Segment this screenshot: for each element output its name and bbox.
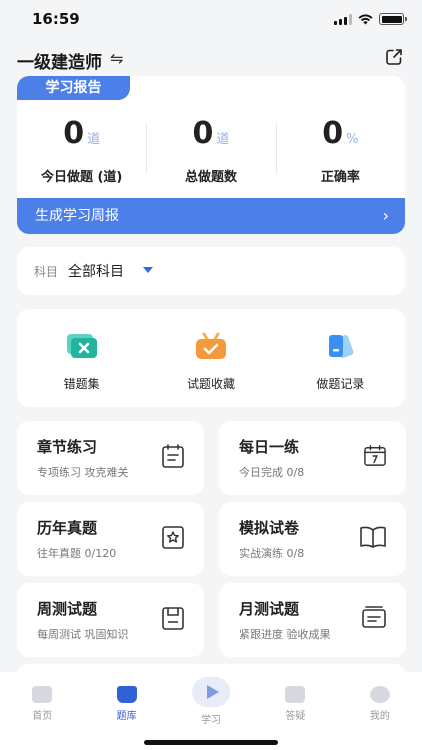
practice-weekly-test[interactable]: 周测试题 每周测试 巩固知识 (17, 583, 204, 657)
status-time: 16:59 (32, 10, 80, 28)
bottom-tab-bar: 首页 题库 学习 答疑 我的 (0, 672, 422, 750)
battery-icon (379, 13, 407, 25)
tab-label: 学习 (201, 715, 222, 726)
stat-label: 今日做题 (道) (40, 170, 123, 185)
practice-title: 章节练习 (37, 438, 98, 456)
practice-title: 历年真题 (37, 519, 98, 537)
tool-label: 错题集 (63, 377, 100, 391)
stat-today: 0道 今日做题 (道) (17, 116, 146, 190)
question-bank-icon (116, 686, 137, 703)
practice-subtitle: 今日完成 0/8 (239, 466, 305, 479)
notes-icon (162, 444, 184, 468)
tool-wrong-book[interactable]: 错题集 (17, 309, 146, 407)
practice-subtitle: 紧跟进度 验收成果 (239, 628, 331, 641)
tab-label: 首页 (32, 711, 53, 722)
study-report-tab: 学习报告 (17, 76, 130, 100)
records-icon (329, 335, 354, 358)
switch-exam-icon[interactable]: ⇋ (110, 49, 123, 68)
generate-weekly-report-button[interactable]: 生成学习周报 › (17, 198, 405, 234)
weekly-report-label: 生成学习周报 (35, 208, 119, 224)
signal-icon (334, 13, 352, 25)
chevron-right-icon: › (382, 206, 389, 225)
tools-card: 错题集 试题收藏 做题记录 (17, 309, 405, 407)
tab-profile[interactable]: 我的 (338, 672, 422, 724)
profile-icon (369, 686, 390, 703)
tab-label: 题库 (116, 711, 137, 722)
book-icon (360, 526, 386, 548)
wifi-icon (358, 14, 373, 24)
practice-mock-exam[interactable]: 模拟试卷 实战演练 0/8 (219, 502, 406, 576)
star-doc-icon (162, 526, 184, 549)
qa-icon (285, 686, 306, 703)
stat-total: 0道 总做题数 (146, 116, 275, 190)
practice-monthly-test[interactable]: 月测试题 紧跟进度 验收成果 (219, 583, 406, 657)
save-doc-icon (162, 607, 184, 630)
tab-question-bank[interactable]: 题库 (84, 672, 168, 724)
tab-home[interactable]: 首页 (0, 672, 84, 724)
practice-daily[interactable]: 每日一练 今日完成 0/8 (219, 421, 406, 495)
practice-title: 周测试题 (37, 600, 98, 618)
practice-subtitle: 每周测试 巩固知识 (37, 628, 129, 641)
calendar-icon (364, 445, 386, 466)
tab-study[interactable]: 学习 (169, 672, 253, 726)
practice-subtitle: 实战演练 0/8 (239, 547, 305, 560)
wrong-book-icon (66, 334, 97, 358)
stat-value: 0道 (63, 116, 101, 151)
stats-row: 0道 今日做题 (道) 0道 总做题数 0% 正确率 (17, 116, 405, 190)
subject-value: 全部科目 (68, 264, 124, 280)
share-icon[interactable] (385, 48, 403, 66)
card-icon (362, 606, 386, 628)
stat-accuracy: 0% 正确率 (275, 116, 405, 190)
stat-label: 正确率 (320, 170, 360, 185)
tool-records[interactable]: 做题记录 (276, 309, 405, 407)
caret-down-icon (143, 267, 153, 273)
exam-title[interactable]: 一级建造师 (17, 48, 102, 73)
status-icons (334, 13, 407, 25)
home-icon (32, 686, 53, 703)
practice-past-papers[interactable]: 历年真题 往年真题 0/120 (17, 502, 204, 576)
practice-title: 月测试题 (239, 600, 300, 618)
study-report-card: 学习报告 0道 今日做题 (道) 0道 总做题数 0% 正确率 生成学习周报 › (17, 76, 405, 234)
tab-label: 答疑 (285, 711, 306, 722)
favorites-icon (195, 332, 226, 359)
practice-subtitle: 专项练习 攻克难关 (37, 466, 129, 479)
status-bar: 16:59 (0, 0, 422, 40)
practice-chapter[interactable]: 章节练习 专项练习 攻克难关 (17, 421, 204, 495)
home-indicator (144, 740, 278, 745)
practice-subtitle: 往年真题 0/120 (37, 547, 117, 560)
subject-selector[interactable]: 科目 全部科目 (17, 247, 405, 295)
tool-label: 试题收藏 (186, 377, 235, 391)
practice-title: 模拟试卷 (239, 519, 300, 537)
top-bar: 一级建造师 ⇋ (0, 40, 422, 76)
play-icon (192, 677, 231, 707)
stat-value: 0% (322, 116, 359, 151)
stat-value: 0道 (192, 116, 230, 151)
stat-label: 总做题数 (184, 170, 237, 185)
subject-label: 科目 (34, 265, 59, 279)
tab-qa[interactable]: 答疑 (253, 672, 337, 724)
tool-favorites[interactable]: 试题收藏 (146, 309, 275, 407)
tool-label: 做题记录 (316, 377, 365, 391)
practice-title: 每日一练 (239, 438, 300, 456)
tab-label: 我的 (369, 711, 390, 722)
